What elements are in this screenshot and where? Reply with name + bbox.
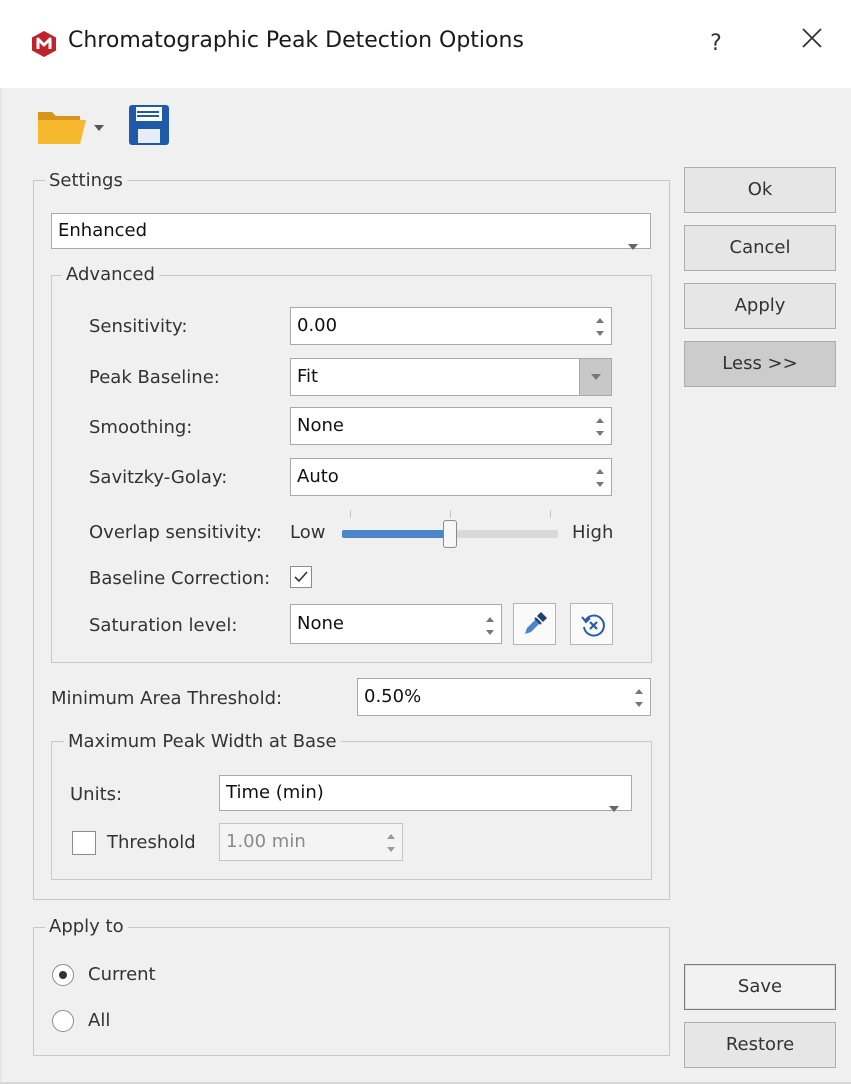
peak-baseline-value: Fit (297, 366, 319, 387)
spinner-arrows-icon[interactable] (485, 613, 495, 651)
slider-tick (450, 510, 451, 518)
current-radio-label: Current (88, 964, 156, 985)
folder-open-icon[interactable] (36, 106, 88, 146)
apply-button[interactable]: Apply (684, 283, 836, 329)
saturation-level-value: None (297, 613, 344, 634)
reset-saturation-button[interactable] (570, 603, 613, 645)
units-value: Time (min) (226, 782, 324, 803)
threshold-value: 1.00 min (226, 831, 306, 852)
dropdown-button[interactable] (579, 359, 611, 395)
window-title: Chromatographic Peak Detection Options (68, 28, 524, 53)
sensitivity-label: Sensitivity: (89, 316, 188, 337)
min-area-threshold-spinbox[interactable]: 0.50% (357, 678, 651, 716)
save-button[interactable]: Save (684, 964, 836, 1010)
threshold-spinbox[interactable]: 1.00 min (219, 823, 403, 861)
saturation-level-label: Saturation level: (89, 615, 238, 636)
all-radio-label: All (88, 1010, 111, 1031)
spinner-arrows-icon[interactable] (595, 415, 605, 451)
baseline-correction-label: Baseline Correction: (89, 568, 271, 589)
savitzky-golay-value: Auto (297, 466, 339, 487)
smoothing-label: Smoothing: (89, 417, 193, 438)
slider-fill (342, 530, 450, 538)
units-dropdown[interactable]: Time (min) (219, 775, 632, 812)
peak-baseline-label: Peak Baseline: (89, 367, 220, 388)
floppy-disk-icon[interactable] (128, 104, 170, 146)
overlap-low-label: Low (290, 522, 326, 543)
radio-dot (59, 971, 67, 979)
overlap-high-label: High (572, 522, 614, 543)
min-area-threshold-value: 0.50% (364, 686, 422, 707)
restore-button[interactable]: Restore (684, 1022, 836, 1068)
smoothing-value: None (297, 415, 344, 436)
window-left-border (0, 88, 2, 1084)
preset-dropdown[interactable]: Enhanced (51, 213, 651, 250)
eyedropper-icon (525, 612, 547, 634)
units-label: Units: (70, 784, 123, 805)
current-radio[interactable] (52, 964, 74, 986)
cancel-button[interactable]: Cancel (684, 225, 836, 271)
settings-group-label: Settings (45, 170, 127, 191)
max-peak-width-group-label: Maximum Peak Width at Base (64, 731, 341, 752)
overlap-sensitivity-slider[interactable] (342, 506, 558, 550)
slider-tick (350, 510, 351, 518)
saturation-level-spinbox[interactable]: None (290, 604, 502, 644)
smoothing-spinbox[interactable]: None (290, 407, 612, 445)
min-area-threshold-label: Minimum Area Threshold: (51, 688, 283, 709)
spinner-arrows-icon[interactable] (386, 831, 396, 867)
app-logo-icon (30, 30, 58, 58)
reset-icon (581, 614, 605, 637)
chevron-down-icon (609, 790, 619, 824)
chevron-down-icon (628, 228, 638, 262)
spinner-arrows-icon[interactable] (595, 466, 605, 502)
sensitivity-spinbox[interactable]: 0.00 (290, 307, 612, 345)
overlap-sensitivity-label: Overlap sensitivity: (89, 522, 262, 543)
less-button[interactable]: Less >> (684, 341, 836, 387)
help-button[interactable]: ? (696, 22, 736, 66)
sensitivity-value: 0.00 (297, 315, 338, 336)
ok-button[interactable]: Ok (684, 167, 836, 213)
preset-dropdown-value: Enhanced (58, 220, 148, 241)
all-radio[interactable] (52, 1010, 74, 1032)
advanced-group-label: Advanced (62, 264, 159, 285)
apply-to-group (33, 927, 670, 1056)
peak-baseline-dropdown[interactable]: Fit (290, 358, 612, 396)
chevron-down-icon[interactable] (92, 118, 106, 131)
slider-thumb[interactable] (443, 520, 457, 548)
spinner-arrows-icon[interactable] (634, 686, 644, 722)
savitzky-golay-label: Savitzky-Golay: (89, 467, 228, 488)
threshold-label: Threshold (107, 832, 196, 853)
savitzky-golay-spinbox[interactable]: Auto (290, 458, 612, 496)
apply-to-group-label: Apply to (45, 916, 128, 937)
slider-tick (550, 510, 551, 518)
close-icon[interactable] (790, 22, 834, 66)
baseline-correction-checkbox[interactable] (290, 566, 312, 588)
eyedropper-button[interactable] (513, 603, 556, 645)
spinner-arrows-icon[interactable] (595, 315, 605, 351)
threshold-checkbox[interactable] (72, 831, 96, 855)
